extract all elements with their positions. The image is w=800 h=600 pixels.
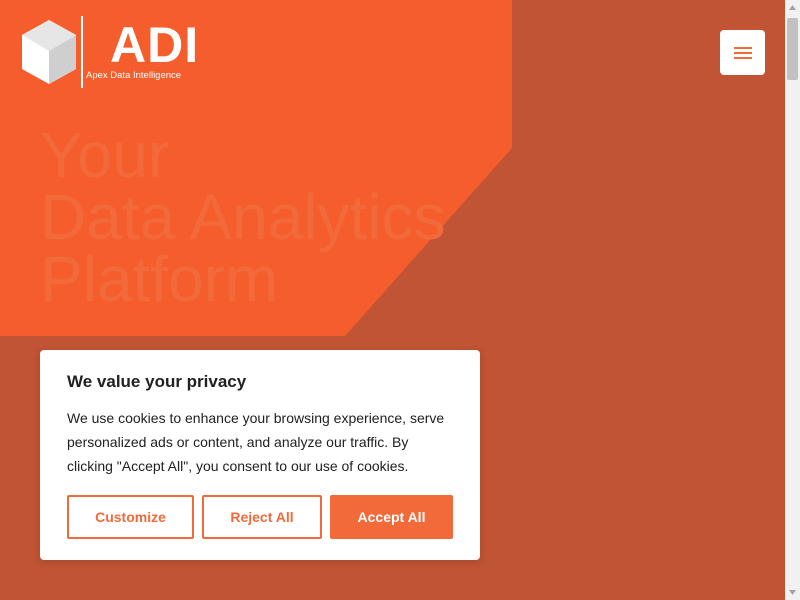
- logo[interactable]: ADI Apex Data Intelligence: [20, 16, 210, 88]
- scroll-down-arrow-icon[interactable]: [785, 585, 800, 600]
- page: ADI Apex Data Intelligence Your Data Ana…: [0, 0, 785, 600]
- scrollbar-thumb[interactable]: [787, 18, 798, 80]
- logo-tagline: Apex Data Intelligence: [86, 70, 182, 81]
- hero-title: Your Data Analytics Platform: [40, 123, 460, 311]
- logo-text: ADI: [110, 17, 200, 73]
- accept-all-button[interactable]: Accept All: [330, 495, 453, 539]
- hexagon-cube-icon: [22, 20, 76, 84]
- logo-divider: [81, 16, 83, 88]
- hamburger-menu-icon: [733, 46, 752, 59]
- vertical-scrollbar[interactable]: [785, 0, 800, 600]
- customize-button[interactable]: Customize: [67, 495, 194, 539]
- reject-all-button[interactable]: Reject All: [202, 495, 322, 539]
- scroll-up-arrow-icon[interactable]: [785, 0, 800, 15]
- menu-button[interactable]: [720, 30, 765, 75]
- cookie-title: We value your privacy: [67, 372, 247, 391]
- cookie-description: We use cookies to enhance your browsing …: [67, 410, 445, 474]
- hero-title-line: Platform: [40, 243, 279, 315]
- cookie-consent-banner: We value your privacy We use cookies to …: [40, 350, 480, 560]
